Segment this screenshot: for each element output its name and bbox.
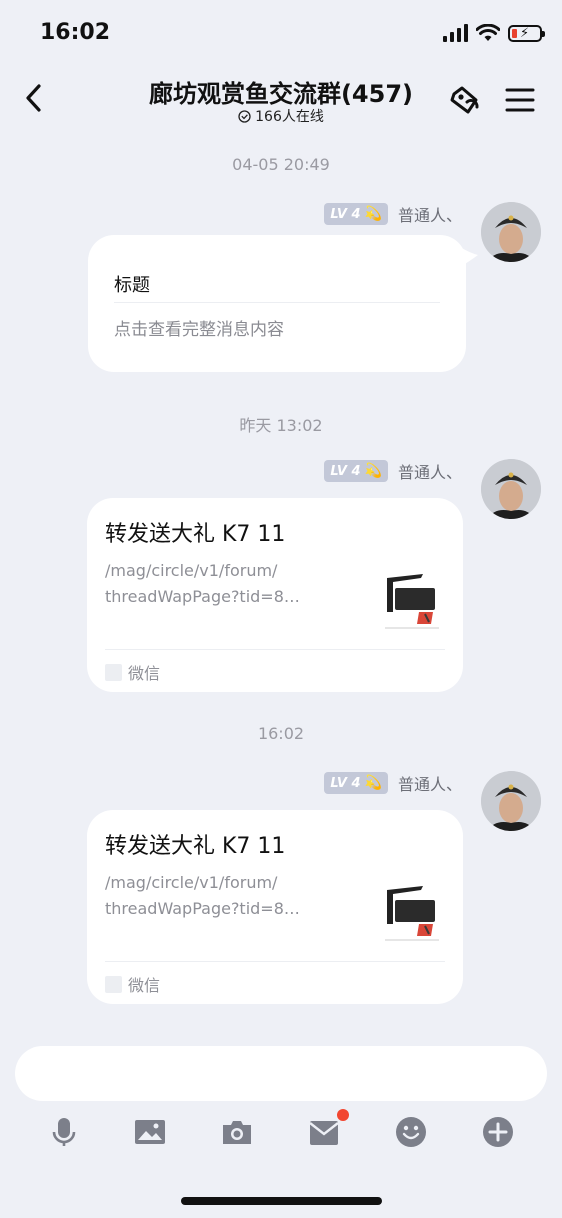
sender-name: 普通人、 [397, 206, 462, 225]
input-area [0, 1034, 562, 1218]
image-icon[interactable] [134, 1116, 166, 1148]
link-url-line: threadWapPage?tid=8… [105, 899, 300, 918]
online-count: 166人在线 [255, 109, 324, 125]
sender-avatar[interactable] [481, 202, 541, 262]
group-link-icon[interactable] [444, 80, 484, 120]
level-badge: LV 4 💫 [324, 460, 388, 482]
card-title: 标题 [114, 275, 150, 296]
sender-meta: LV 4 💫 普通人、 [324, 771, 462, 795]
source-name: 微信 [128, 976, 161, 995]
sender-avatar[interactable] [481, 771, 541, 831]
link-thumbnail-icon [381, 880, 443, 942]
emoji-icon[interactable] [395, 1116, 427, 1148]
link-title: 转发送大礼 K7 11 [105, 522, 286, 547]
link-source: 微信 [105, 660, 160, 684]
source-icon [105, 975, 122, 993]
plus-icon[interactable] [482, 1116, 514, 1148]
online-check-icon [238, 109, 251, 123]
card-divider [105, 649, 445, 650]
level-text: LV 4 [330, 775, 361, 791]
message-timestamp: 04-05 20:49 [232, 155, 330, 174]
sender-name: 普通人、 [397, 775, 462, 794]
link-card[interactable]: 转发送大礼 K7 11 /mag/circle/v1/forum/ thread… [87, 498, 463, 692]
chat-header: 廊坊观赏鱼交流群(457) 166人在线 [0, 66, 562, 132]
status-bar: 16:02 ⚡ [0, 0, 562, 66]
card-subtitle: 点击查看完整消息内容 [114, 320, 284, 340]
level-spark-icon: 💫 [364, 206, 382, 222]
level-spark-icon: 💫 [364, 463, 382, 479]
level-text: LV 4 [330, 206, 361, 222]
notification-dot-icon [337, 1109, 349, 1121]
card-divider [105, 961, 445, 962]
avatar-portrait-icon [481, 202, 541, 262]
sender-avatar[interactable] [481, 459, 541, 519]
avatar-portrait-icon [481, 459, 541, 519]
home-indicator [181, 1197, 382, 1205]
link-card[interactable]: 转发送大礼 K7 11 /mag/circle/v1/forum/ thread… [87, 810, 463, 1004]
link-source: 微信 [105, 972, 160, 996]
status-time: 16:02 [40, 20, 111, 45]
link-title: 转发送大礼 K7 11 [105, 834, 286, 859]
sender-name: 普通人、 [397, 463, 462, 482]
bubble-tail-icon [460, 247, 478, 267]
source-name: 微信 [128, 664, 161, 683]
level-badge: LV 4 💫 [324, 772, 388, 794]
microphone-icon[interactable] [48, 1116, 80, 1148]
message-input[interactable] [15, 1046, 547, 1101]
wifi-icon [476, 24, 500, 41]
message-timestamp: 昨天 13:02 [239, 416, 323, 435]
level-badge: LV 4 💫 [324, 203, 388, 225]
avatar-portrait-icon [481, 771, 541, 831]
level-text: LV 4 [330, 463, 361, 479]
camera-icon[interactable] [221, 1116, 253, 1148]
chat-screen: 16:02 ⚡ 廊坊观赏鱼交流群(457) 166人在线 04-05 20:49… [0, 0, 562, 1218]
level-spark-icon: 💫 [364, 775, 382, 791]
source-icon [105, 663, 122, 681]
link-url-line: threadWapPage?tid=8… [105, 587, 300, 606]
menu-icon[interactable] [500, 80, 540, 120]
cellular-signal-icon [443, 24, 468, 42]
message-bubble[interactable]: 标题 点击查看完整消息内容 [88, 235, 466, 372]
input-toolbar [0, 1109, 562, 1156]
card-divider [114, 302, 440, 303]
link-url: /mag/circle/v1/forum/ threadWapPage?tid=… [105, 558, 300, 610]
status-icons: ⚡ [443, 24, 545, 42]
link-url: /mag/circle/v1/forum/ threadWapPage?tid=… [105, 870, 300, 922]
message-timestamp: 16:02 [257, 724, 305, 743]
battery-icon: ⚡ [508, 24, 545, 42]
link-url-line: /mag/circle/v1/forum/ [105, 561, 278, 580]
link-thumbnail-icon [381, 568, 443, 630]
link-url-line: /mag/circle/v1/forum/ [105, 873, 278, 892]
sender-meta: LV 4 💫 普通人、 [324, 459, 462, 483]
sender-meta: LV 4 💫 普通人、 [324, 202, 462, 226]
